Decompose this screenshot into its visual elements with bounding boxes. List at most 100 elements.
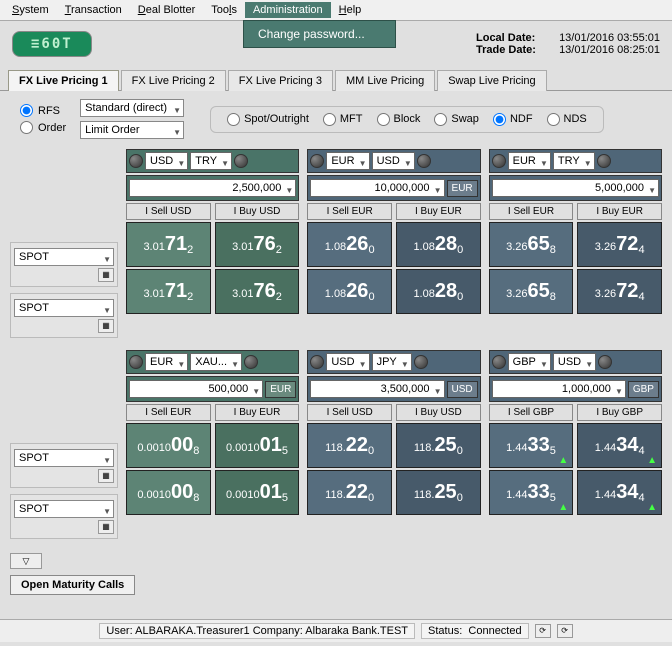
refresh-icon[interactable] [492, 355, 506, 369]
calendar-icon[interactable]: ▦ [98, 469, 114, 483]
menu-transaction[interactable]: Transaction [57, 2, 130, 18]
calendar-icon[interactable]: ▦ [98, 319, 114, 333]
calendar-icon[interactable]: ▦ [98, 520, 114, 534]
sell-price[interactable]: 1.08260 [307, 222, 392, 267]
tile-amount-row: 3,500,000USD [307, 376, 480, 402]
tab-fx-live-3[interactable]: FX Live Pricing 3 [228, 70, 333, 91]
tile-ccy-header: GBPUSD [489, 350, 662, 374]
amount-input[interactable]: 10,000,000 [310, 179, 444, 197]
select-order-style[interactable]: Limit Order [80, 121, 184, 139]
side-tenor-select[interactable]: SPOT [14, 248, 114, 266]
ccy2-select[interactable]: USD [553, 353, 596, 371]
settings-icon[interactable] [597, 154, 611, 168]
amount-input[interactable]: 500,000 [129, 380, 263, 398]
ccy2-select[interactable]: USD [372, 152, 415, 170]
side-tenor-select[interactable]: SPOT [14, 299, 114, 317]
tab-mm-live[interactable]: MM Live Pricing [335, 70, 435, 91]
tile-amount-row: 2,500,000 [126, 175, 299, 201]
status-bar: User: ALBARAKA.Treasurer1 Company: Albar… [0, 619, 672, 642]
radio-product-mft[interactable]: MFT [323, 113, 363, 126]
settings-icon[interactable] [414, 355, 428, 369]
ccy2-select[interactable]: XAU... [190, 353, 242, 371]
amount-input[interactable]: 5,000,000 [492, 179, 659, 197]
buy-price[interactable]: 1.44344 [577, 423, 662, 468]
refresh-icon[interactable] [492, 154, 506, 168]
buy-price[interactable]: 118.250 [396, 470, 481, 515]
radio-rfs[interactable]: RFS [20, 104, 66, 117]
menu-administration[interactable]: Administration [245, 2, 331, 18]
refresh-icon[interactable] [310, 154, 324, 168]
control-row: RFS Order Standard (direct) Limit Order … [0, 91, 672, 143]
amount-input[interactable]: 3,500,000 [310, 380, 444, 398]
menu-bar: System Transaction Deal Blotter Tools Ad… [0, 0, 672, 21]
side-tenor-select[interactable]: SPOT [14, 500, 114, 518]
settings-icon[interactable] [244, 355, 258, 369]
ccy1-select[interactable]: EUR [508, 152, 551, 170]
menu-system[interactable]: System [4, 2, 57, 18]
buy-price[interactable]: 1.44344 [577, 470, 662, 515]
sell-price[interactable]: 118.220 [307, 423, 392, 468]
menu-tools[interactable]: Tools [203, 2, 245, 18]
tile-ccy-header: EURTRY [489, 149, 662, 173]
sell-price[interactable]: 3.01712 [126, 222, 211, 267]
pricing-grid-top: SPOT▦SPOT▦ USDTRY2,500,000I Sell USDI Bu… [0, 143, 672, 344]
refresh-icon[interactable] [129, 355, 143, 369]
open-maturity-calls-button[interactable]: Open Maturity Calls [10, 575, 135, 595]
buy-price[interactable]: 1.08280 [396, 269, 481, 314]
radio-product-ndf[interactable]: NDF [493, 113, 533, 126]
ccy1-select[interactable]: EUR [145, 353, 188, 371]
ccy1-select[interactable]: USD [145, 152, 188, 170]
menu-deal-blotter[interactable]: Deal Blotter [130, 2, 203, 18]
select-rfs-style[interactable]: Standard (direct) [80, 99, 184, 117]
sell-price[interactable]: 0.0010008 [126, 423, 211, 468]
buy-price[interactable]: 0.0010015 [215, 423, 300, 468]
tile-ccy-header: USDTRY [126, 149, 299, 173]
refresh-icon[interactable] [310, 355, 324, 369]
ccy1-select[interactable]: GBP [508, 353, 551, 371]
buy-price[interactable]: 0.0010015 [215, 470, 300, 515]
sell-price[interactable]: 1.44335 [489, 470, 574, 515]
local-date-value: 13/01/2016 03:55:01 [559, 32, 660, 44]
ccy1-select[interactable]: EUR [326, 152, 369, 170]
buy-price[interactable]: 3.26724 [577, 222, 662, 267]
calendar-icon[interactable]: ▦ [98, 268, 114, 282]
tab-swap-live[interactable]: Swap Live Pricing [437, 70, 546, 91]
menu-help[interactable]: Help [331, 2, 370, 18]
sell-price[interactable]: 1.44335 [489, 423, 574, 468]
buy-price[interactable]: 118.250 [396, 423, 481, 468]
settings-icon[interactable] [417, 154, 431, 168]
amount-input[interactable]: 2,500,000 [129, 179, 296, 197]
buy-price[interactable]: 3.01762 [215, 269, 300, 314]
refresh-icon[interactable] [129, 154, 143, 168]
amount-input[interactable]: 1,000,000 [492, 380, 626, 398]
tab-strip: FX Live Pricing 1 FX Live Pricing 2 FX L… [0, 69, 672, 91]
tab-fx-live-1[interactable]: FX Live Pricing 1 [8, 70, 119, 91]
status-btn-2[interactable]: ⟳ [557, 624, 573, 638]
sell-price[interactable]: 3.26658 [489, 269, 574, 314]
expand-down-icon[interactable]: ▽ [10, 553, 42, 569]
status-btn-1[interactable]: ⟳ [535, 624, 551, 638]
radio-product-block[interactable]: Block [377, 113, 421, 126]
ccy2-select[interactable]: TRY [190, 152, 232, 170]
radio-product-swap[interactable]: Swap [434, 113, 479, 126]
buy-price[interactable]: 3.01762 [215, 222, 300, 267]
sell-price[interactable]: 1.08260 [307, 269, 392, 314]
status-connected: Connected [468, 625, 521, 637]
ccy1-select[interactable]: USD [326, 353, 369, 371]
side-tenor-select[interactable]: SPOT [14, 449, 114, 467]
buy-price[interactable]: 3.26724 [577, 269, 662, 314]
buy-price[interactable]: 1.08280 [396, 222, 481, 267]
sell-price[interactable]: 118.220 [307, 470, 392, 515]
sell-price[interactable]: 3.26658 [489, 222, 574, 267]
radio-order[interactable]: Order [20, 121, 66, 134]
ccy2-select[interactable]: TRY [553, 152, 595, 170]
settings-icon[interactable] [598, 355, 612, 369]
tab-fx-live-2[interactable]: FX Live Pricing 2 [121, 70, 226, 91]
sell-price[interactable]: 3.01712 [126, 269, 211, 314]
ccy2-select[interactable]: JPY [372, 353, 412, 371]
radio-product-nds[interactable]: NDS [547, 113, 587, 126]
radio-product-spotoutright[interactable]: Spot/Outright [227, 113, 309, 126]
sell-price[interactable]: 0.0010008 [126, 470, 211, 515]
settings-icon[interactable] [234, 154, 248, 168]
local-date-label: Local Date: [476, 32, 556, 44]
